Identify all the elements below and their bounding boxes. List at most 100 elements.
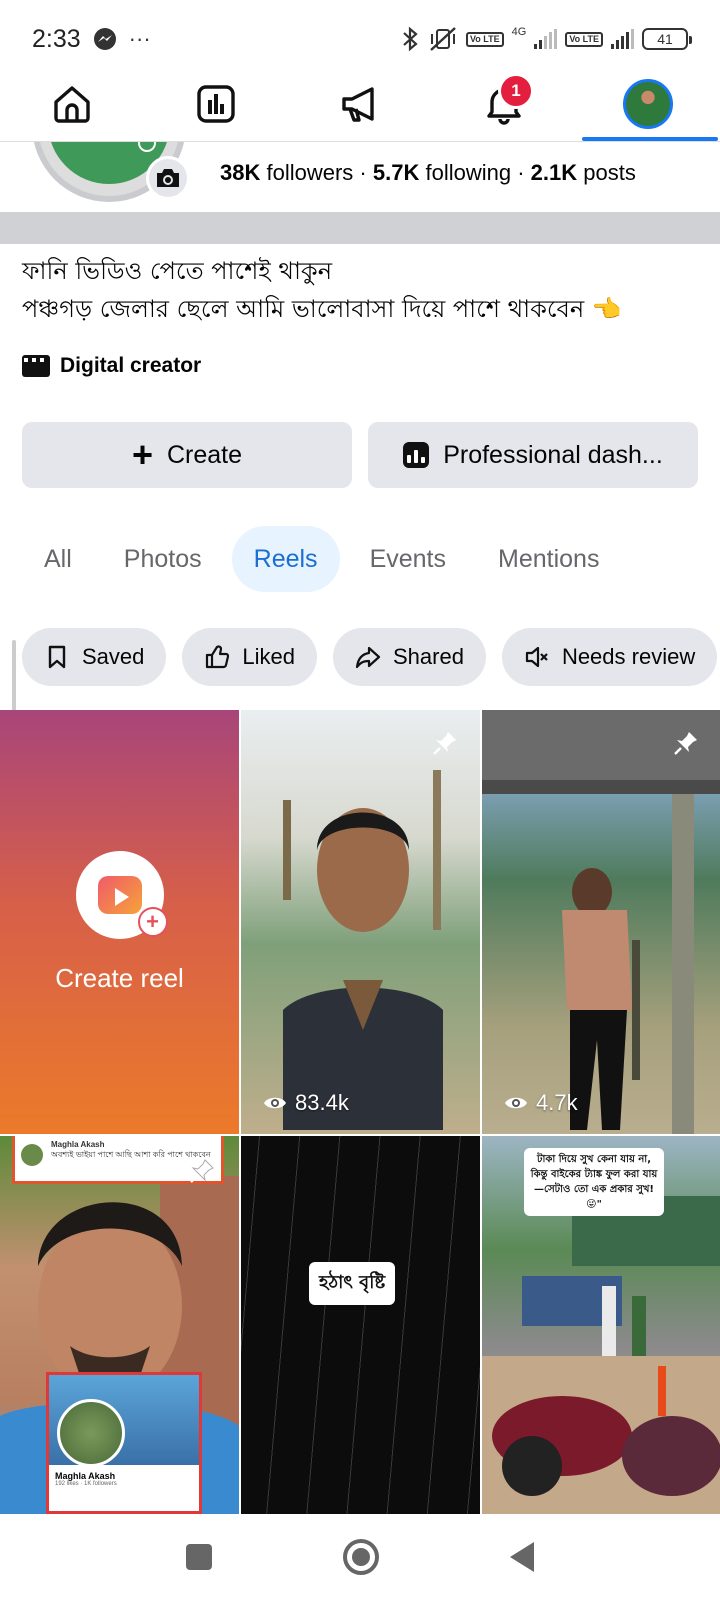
nav-active-indicator — [582, 137, 718, 141]
nav-home[interactable] — [32, 69, 112, 139]
plus-icon: + — [131, 434, 153, 475]
reel-tile[interactable]: হঠাৎ বৃষ্টি — [241, 1136, 480, 1514]
dashboard-icon — [403, 442, 430, 468]
reel-views: 4.7k — [504, 1090, 578, 1116]
speaker-muted-icon — [525, 646, 548, 668]
notification-badge: 1 — [498, 72, 534, 109]
camera-icon — [157, 169, 179, 187]
stats-separator: · — [517, 160, 525, 185]
following-count[interactable]: 5.7K — [373, 160, 419, 185]
tab-reels[interactable]: Reels — [231, 526, 340, 592]
reel-view-count: 4.7k — [536, 1090, 578, 1115]
reel-views: 83.4k — [263, 1090, 349, 1116]
reel-thumbnail — [482, 710, 720, 1134]
messenger-icon — [93, 28, 116, 50]
recent-apps-button[interactable] — [185, 1544, 212, 1570]
create-label: Create — [166, 440, 243, 469]
profile-avatar — [623, 78, 673, 129]
tab-all[interactable]: All — [22, 526, 94, 592]
home-button[interactable] — [342, 1539, 379, 1575]
bookmark-icon — [48, 645, 66, 669]
reel-tile[interactable]: Maghla Akash অবশ্যই ভাইয়া পাশে আছি আশা … — [0, 1136, 239, 1514]
share-icon — [355, 646, 381, 669]
tab-events[interactable]: Events — [348, 526, 468, 592]
reel-tile[interactable]: টাকা দিয়ে সুখ কেনা যায় না, কিন্তু বাইক… — [482, 1136, 720, 1514]
professional-dashboard-button[interactable]: Professional dash... — [368, 422, 698, 488]
camera-button[interactable] — [146, 156, 190, 200]
chip-needs-review-label: Needs review — [561, 644, 696, 669]
reel-create-badge: + — [75, 850, 168, 939]
eye-icon — [264, 1097, 286, 1109]
pin-icon — [674, 732, 697, 755]
nav-profile[interactable] — [608, 69, 688, 139]
reel-caption: হঠাৎ বৃষ্টি — [309, 1262, 396, 1305]
create-reel-tile[interactable]: + Create reel — [0, 710, 239, 1134]
profile-header: 38K followers · 5.7K following · 2.1K po… — [0, 112, 720, 212]
megaphone-icon — [342, 86, 374, 122]
reel-thumbnail — [283, 770, 443, 1130]
tab-mentions[interactable]: Mentions — [476, 526, 621, 592]
nav-dashboard[interactable] — [176, 69, 256, 139]
dashboard-icon — [197, 84, 235, 123]
profile-card-cover — [49, 1375, 199, 1467]
volte-badge: Vo LTE — [465, 31, 504, 47]
nav-notifications[interactable]: 1 — [464, 69, 544, 139]
chip-saved[interactable]: Saved — [22, 628, 167, 686]
reel-filter-chips: Saved Liked Shared Needs review — [22, 628, 718, 686]
mute-vibrate-icon — [430, 27, 456, 51]
chip-needs-review[interactable]: Needs review — [501, 628, 718, 686]
more-status-icon: ··· — [128, 26, 151, 51]
signal-icon — [534, 29, 558, 49]
status-time: 2:33 — [32, 24, 81, 53]
reels-icon — [97, 875, 142, 914]
reel-tile[interactable]: 4.7k — [482, 710, 720, 1134]
bluetooth-icon — [403, 26, 418, 52]
content-tabs: All Photos Reels Events Mentions — [22, 526, 621, 592]
professional-label: Professional dash... — [443, 440, 663, 469]
eye-icon — [505, 1097, 527, 1109]
profile-stats: 38K followers · 5.7K following · 2.1K po… — [220, 160, 636, 186]
chip-shared-label: Shared — [392, 644, 464, 669]
home-icon — [54, 85, 90, 123]
stats-separator: · — [359, 160, 367, 185]
profile-card-name: Maghla Akash — [55, 1471, 116, 1481]
rain-effect — [241, 1136, 480, 1514]
chip-liked-label: Liked — [242, 644, 295, 669]
profile-bio: ফানি ভিডিও পেতে পাশেই থাকুন পঞ্চগড় জেলা… — [22, 252, 702, 328]
bio-line-2: পঞ্চগড় জেলার ছেলে আমি ভালোবাসা দিয়ে পা… — [22, 295, 622, 323]
create-button[interactable]: + Create — [22, 422, 352, 488]
create-reel-label: Create reel — [55, 962, 184, 993]
pin-icon — [190, 1159, 214, 1183]
posts-count: 2.1K — [530, 160, 578, 185]
top-nav: 1 — [0, 66, 720, 142]
embedded-profile-card: Maghla Akash 192 likes · 1K followers — [46, 1372, 202, 1514]
chip-saved-label: Saved — [82, 644, 145, 669]
profile-card-avatar — [57, 1399, 125, 1467]
bio-line-1: ফানি ভিডিও পেতে পাশেই থাকুন — [22, 257, 333, 285]
reel-tile[interactable]: 83.4k — [241, 710, 480, 1134]
plus-icon: + — [137, 906, 168, 937]
nav-ads[interactable] — [320, 69, 400, 139]
comment-avatar — [21, 1144, 43, 1166]
tab-photos[interactable]: Photos — [102, 526, 224, 592]
pin-icon — [433, 732, 456, 755]
following-label[interactable]: following — [425, 160, 511, 185]
posts-label: posts — [583, 160, 636, 185]
reel-caption: টাকা দিয়ে সুখ কেনা যায় না, কিন্তু বাইক… — [524, 1148, 664, 1216]
followers-label[interactable]: followers — [266, 160, 353, 185]
section-divider — [0, 212, 720, 244]
back-button[interactable] — [510, 1542, 535, 1572]
reels-grid: + Create reel 83.4k 4.7k Maghla Akash অব… — [0, 710, 720, 1514]
clapperboard-icon — [22, 355, 50, 377]
comment-author: Maghla Akash — [51, 1140, 105, 1149]
reel-view-count: 83.4k — [295, 1090, 349, 1115]
profile-actions: + Create Professional dash... — [22, 422, 698, 488]
category-row: Digital creator — [22, 354, 201, 378]
profile-card-sub: 192 likes · 1K followers — [55, 1481, 117, 1487]
volte-badge-2: Vo LTE — [565, 31, 603, 47]
chip-shared[interactable]: Shared — [332, 628, 486, 686]
followers-count[interactable]: 38K — [220, 160, 260, 185]
chip-liked[interactable]: Liked — [182, 628, 317, 686]
system-nav-bar — [0, 1514, 720, 1600]
battery-icon: 41 — [642, 28, 692, 50]
